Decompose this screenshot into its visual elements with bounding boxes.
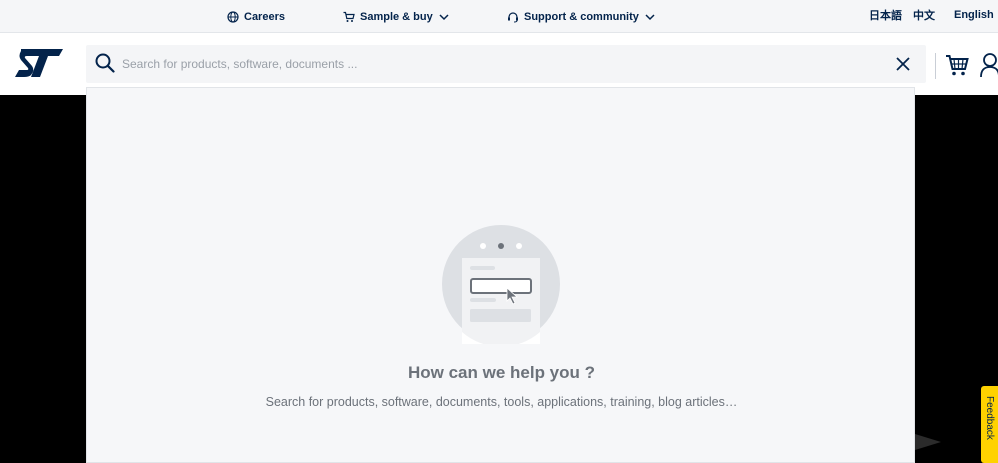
cart-small-icon: [343, 11, 355, 23]
panel-subtitle: Search for products, software, documents…: [265, 395, 738, 409]
search-icon[interactable]: [95, 53, 115, 78]
top-utility-bar: Careers Sample & buy Support & community…: [0, 0, 998, 33]
careers-label: Careers: [244, 10, 285, 23]
feedback-tab[interactable]: Feedback: [981, 386, 998, 463]
search-bar: [86, 45, 926, 83]
header-divider: [935, 53, 936, 79]
search-illustration-icon: [441, 224, 561, 347]
chevron-down-icon: [644, 11, 656, 23]
st-logo[interactable]: [13, 47, 65, 79]
language-japanese[interactable]: 日本語: [869, 0, 902, 30]
user-icon[interactable]: [980, 52, 998, 83]
search-suggestions-panel: How can we help you ? Search for product…: [86, 87, 915, 463]
sample-buy-label: Sample & buy: [360, 10, 433, 23]
carousel-arrow-icon: [915, 434, 941, 450]
language-chinese[interactable]: 中文: [913, 0, 935, 30]
sample-buy-menu[interactable]: Sample & buy: [343, 0, 450, 33]
search-input[interactable]: [122, 45, 882, 83]
panel-title: How can we help you ?: [407, 363, 596, 382]
close-icon[interactable]: [895, 56, 911, 77]
headset-icon: [507, 11, 519, 23]
support-community-menu[interactable]: Support & community: [507, 0, 656, 33]
careers-link[interactable]: Careers: [227, 0, 285, 33]
chevron-down-icon: [438, 11, 450, 23]
support-label: Support & community: [524, 10, 639, 23]
language-english[interactable]: English: [954, 0, 994, 30]
main-header: [0, 33, 998, 95]
cart-icon[interactable]: [945, 53, 969, 82]
feedback-label: Feedback: [984, 396, 995, 440]
globe-icon: [227, 10, 239, 23]
